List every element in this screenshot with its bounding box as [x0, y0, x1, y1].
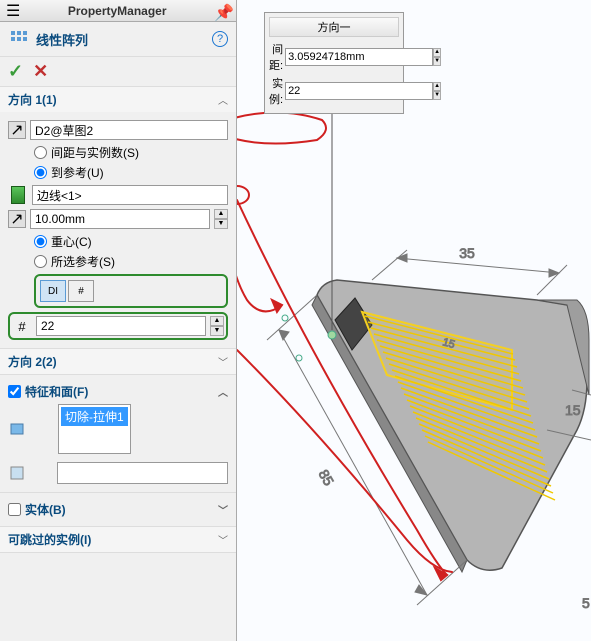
chevron-down-icon: ﹀	[218, 354, 228, 369]
direction2-header[interactable]: 方向 2(2) ﹀	[0, 349, 236, 374]
radio-upto-label: 到参考(U)	[51, 164, 104, 181]
solids-label: 实体(B)	[25, 501, 66, 518]
menu-icon[interactable]: ☰	[6, 1, 20, 21]
pattern-di-button[interactable]: DI	[40, 280, 66, 302]
chevron-up-icon: ︿	[218, 384, 228, 399]
skip-instances-section: 可跳过的实例(I) ﹀	[0, 527, 236, 553]
radio-selected-label: 所选参考(S)	[51, 253, 115, 270]
solids-checkbox[interactable]: 实体(B) ﹀	[8, 501, 228, 518]
centroid-radio[interactable]: 重心(C)	[34, 233, 228, 250]
selected-ref-radio[interactable]: 所选参考(S)	[34, 253, 228, 270]
cancel-button[interactable]: ✕	[33, 61, 48, 82]
features-faces-section: 特征和面(F) ︿ 切除-拉伸1	[0, 375, 236, 493]
features-faces-checkbox[interactable]: 特征和面(F) ︿	[8, 383, 228, 400]
reverse-direction-icon[interactable]: ↗	[8, 121, 26, 139]
skip-instances-title: 可跳过的实例(I)	[8, 531, 218, 548]
direction-reference-input[interactable]	[30, 120, 228, 140]
chevron-down-icon: ﹀	[218, 502, 228, 517]
pm-header: ☰ PropertyManager 📌	[0, 0, 236, 22]
dimension-5: 5	[582, 595, 590, 611]
edge-icon	[8, 185, 28, 205]
callout-spacing-label: 间距:	[269, 41, 283, 73]
skip-instances-header[interactable]: 可跳过的实例(I) ﹀	[0, 527, 236, 552]
action-row: ✓ ✕	[0, 57, 236, 87]
feature-list-item[interactable]: 切除-拉伸1	[61, 407, 128, 426]
dimension-85: 85	[316, 467, 338, 489]
features-faces-label: 特征和面(F)	[25, 383, 88, 400]
offset-input[interactable]	[30, 209, 210, 229]
dimension-35: 35	[459, 245, 475, 261]
linear-pattern-icon	[8, 28, 30, 50]
direction2-section: 方向 2(2) ﹀	[0, 349, 236, 375]
direction-callout-panel[interactable]: 方向一 间距: ▲▼ 实例: ▲▼	[264, 12, 404, 114]
callout-spacing-input[interactable]	[285, 48, 433, 66]
callout-instances-label: 实例:	[269, 75, 283, 107]
callout-instances-spinner[interactable]: ▲▼	[433, 82, 441, 100]
spacing-instances-radio[interactable]: 间距与实例数(S)	[34, 144, 228, 161]
radio-spacing-label: 间距与实例数(S)	[51, 144, 139, 161]
feature-row: 线性阵列 ?	[0, 22, 236, 57]
callout-spacing-spinner[interactable]: ▲▼	[433, 48, 441, 66]
face-selection-icon	[8, 463, 27, 483]
features-list[interactable]: 切除-拉伸1	[58, 404, 131, 454]
callout-instances-input[interactable]	[285, 82, 433, 100]
direction1-title: 方向 1(1)	[8, 91, 218, 108]
property-manager-panel: ☰ PropertyManager 📌 线性阵列 ? ✓ ✕ 方向 1(1) ︿	[0, 0, 237, 641]
instances-icon: #	[12, 316, 32, 336]
instances-spinner[interactable]: ▲▼	[210, 316, 224, 336]
dimension-15-small: 15	[441, 336, 456, 351]
ok-button[interactable]: ✓	[8, 61, 23, 82]
callout-title: 方向一	[269, 17, 399, 37]
feature-selection-icon	[8, 419, 28, 439]
direction1-header[interactable]: 方向 1(1) ︿	[0, 87, 236, 112]
pattern-count-button[interactable]: #	[68, 280, 94, 302]
offset-reverse-icon[interactable]: ↗	[8, 210, 26, 228]
help-icon[interactable]: ?	[212, 31, 228, 47]
solids-section: 实体(B) ﹀	[0, 493, 236, 527]
pm-title: PropertyManager	[20, 4, 214, 18]
edge-reference-input[interactable]	[32, 185, 228, 205]
pin-icon[interactable]: 📌	[214, 3, 230, 19]
dimension-15: 15	[565, 402, 581, 418]
chevron-down-icon: ﹀	[218, 532, 228, 547]
feature-title: 线性阵列	[36, 30, 88, 49]
radio-centroid-label: 重心(C)	[51, 233, 92, 250]
instances-input[interactable]	[36, 316, 206, 336]
chevron-up-icon: ︿	[218, 92, 228, 107]
direction2-title: 方向 2(2)	[8, 353, 218, 370]
offset-spinner[interactable]: ▲▼	[214, 209, 228, 229]
upto-reference-radio[interactable]: 到参考(U)	[34, 164, 228, 181]
direction1-section: 方向 1(1) ︿ ↗ 间距与实例数(S) 到参考(U)	[0, 87, 236, 349]
faces-list[interactable]	[57, 462, 228, 484]
